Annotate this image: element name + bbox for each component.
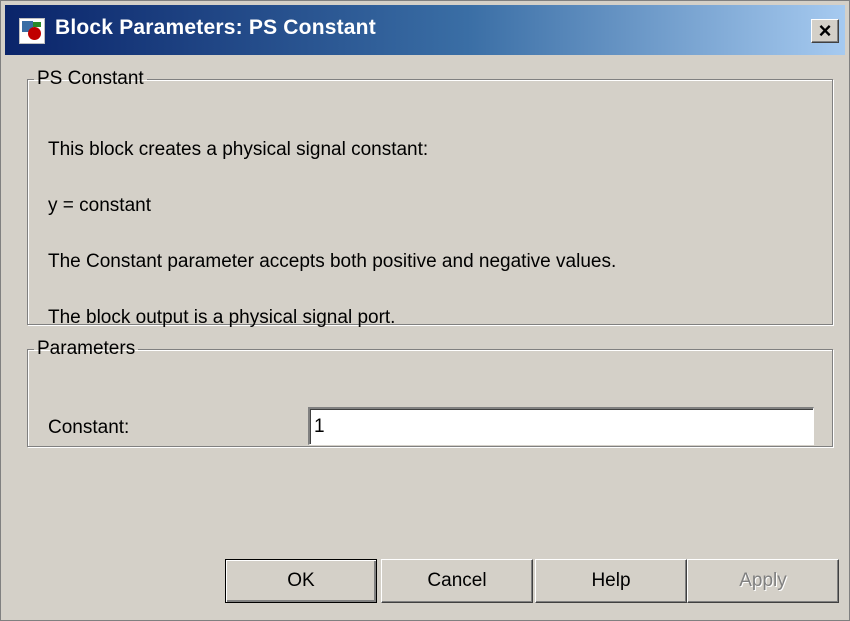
window-title: Block Parameters: PS Constant [55, 16, 376, 39]
description-line: y = constant [48, 195, 151, 216]
title-bar[interactable]: Block Parameters: PS Constant × [5, 5, 845, 55]
ok-button[interactable]: OK [225, 559, 377, 603]
description-group: PS Constant This block creates a physica… [27, 68, 833, 328]
constant-input[interactable] [308, 407, 814, 445]
description-line: The Constant parameter accepts both posi… [48, 251, 617, 272]
apply-button[interactable]: Apply [687, 559, 839, 603]
description-line: This block creates a physical signal con… [48, 139, 429, 160]
constant-label: Constant: [48, 417, 130, 438]
block-parameters-dialog: Block Parameters: PS Constant × PS Const… [0, 0, 850, 621]
description-group-legend: PS Constant [37, 68, 144, 89]
description-line: The block output is a physical signal po… [48, 307, 396, 328]
simulink-block-icon [19, 18, 45, 44]
close-button[interactable]: × [811, 19, 839, 43]
parameters-group-legend: Parameters [37, 338, 136, 359]
cancel-button[interactable]: Cancel [381, 559, 533, 603]
help-button[interactable]: Help [535, 559, 687, 603]
parameters-group: Parameters Constant: [27, 339, 833, 447]
